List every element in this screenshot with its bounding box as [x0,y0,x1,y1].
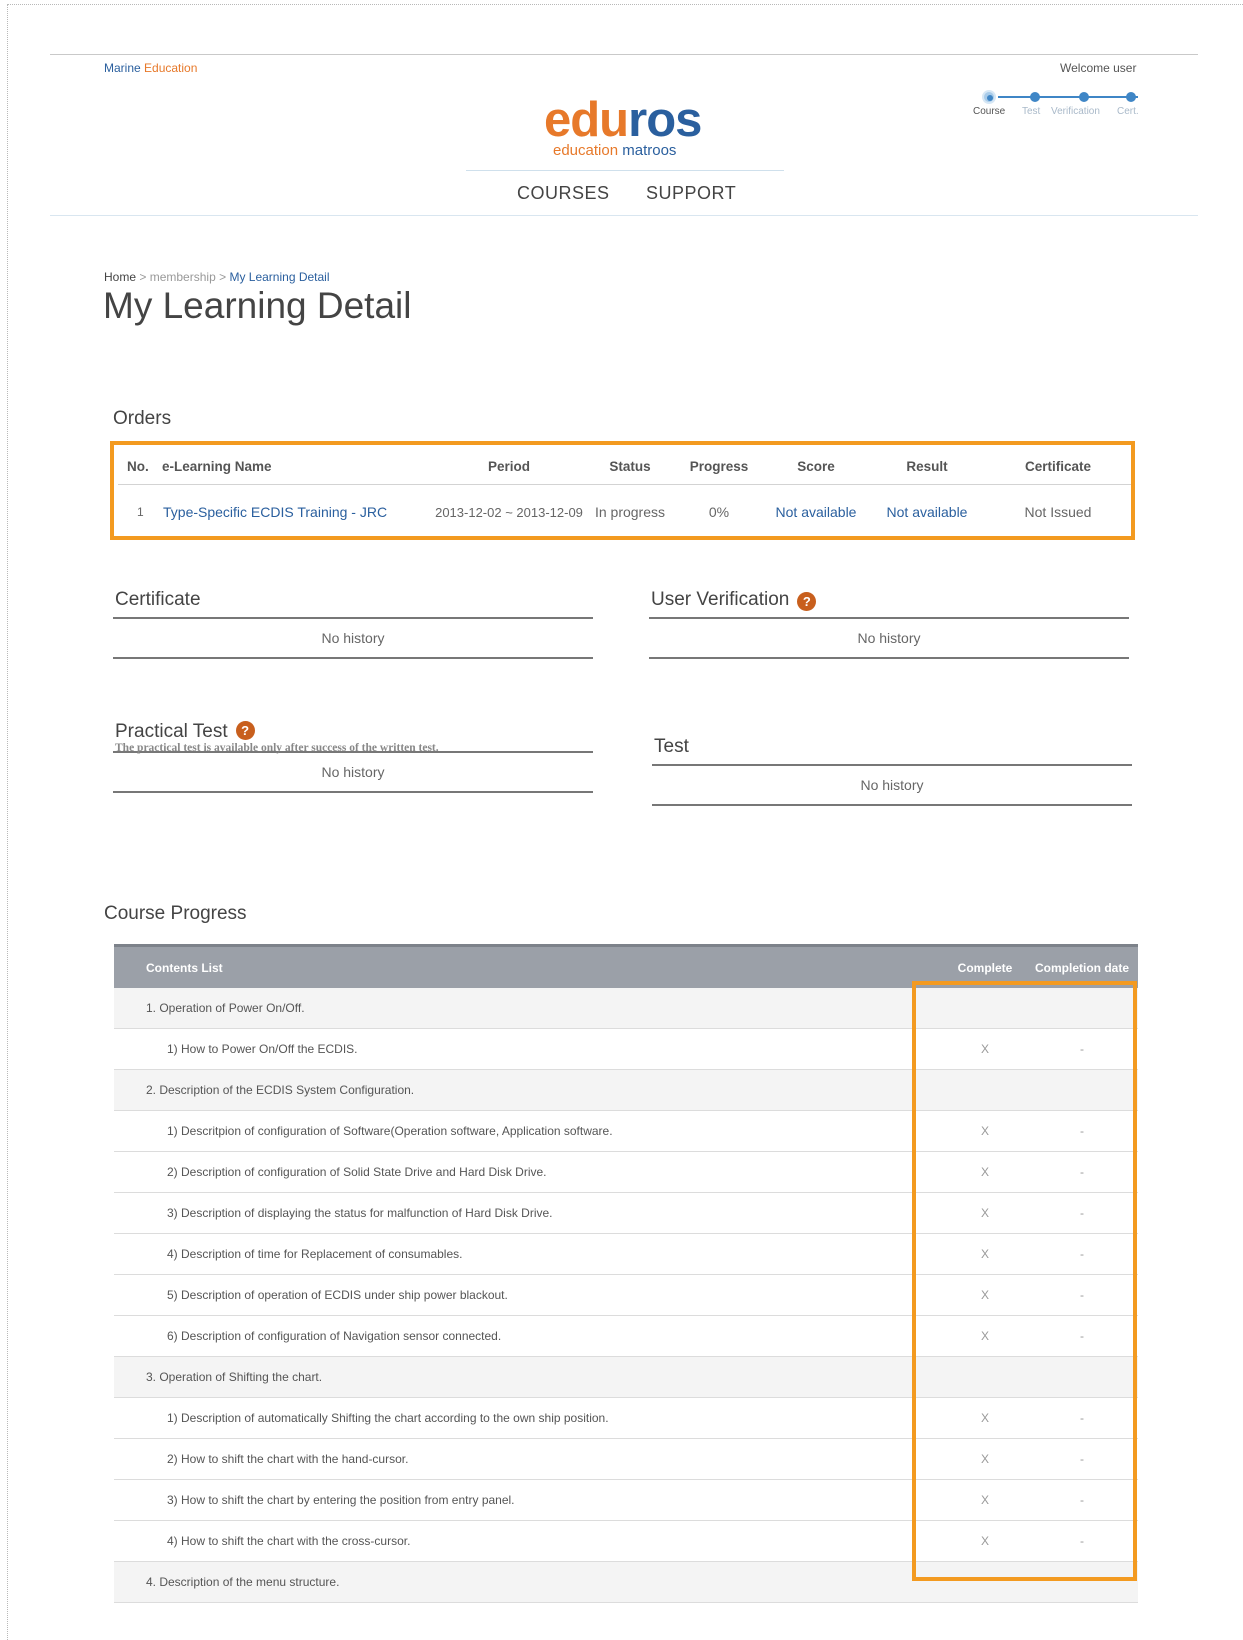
certificate-panel: Certificate No history [113,579,593,659]
user-verification-title-text: User Verification [651,589,790,610]
user-verification-panel: User Verification ? No history [649,579,1129,659]
step-cert-dot [1126,92,1136,102]
step-test-dot [1030,92,1040,102]
orders-highlight-box [110,441,1135,540]
breadcrumb-membership[interactable]: membership [150,270,216,284]
nav-support[interactable]: SUPPORT [646,183,736,204]
logo-tag-education: education [553,142,619,159]
practical-test-note: The practical test is available only aft… [115,742,439,754]
step-cert-label: Cert. [1117,106,1139,117]
site-tagline: Marine Education [104,61,197,75]
page-title: My Learning Detail [103,285,412,326]
step-test-label: Test [1022,106,1041,117]
logo-edu: edu [544,93,629,147]
cp-col-contents: Contents List [114,944,944,988]
test-title: Test [652,726,1132,766]
tagline-education: Education [144,61,198,75]
breadcrumb-separator: > [139,270,147,284]
content-name: 1. Operation of Power On/Off. [114,988,944,1029]
content-name: 6) Description of configuration of Navig… [114,1315,944,1357]
step-verification-label: Verification [1051,106,1100,117]
content-name: 4) Description of time for Replacement o… [114,1233,944,1275]
practical-test-panel: Practical Test ? The practical test is a… [113,713,593,793]
step-verification-dot [1079,92,1089,102]
user-verification-history: No history [649,619,1129,659]
content-name: 2) Description of configuration of Solid… [114,1151,944,1193]
help-icon[interactable]: ? [797,592,817,611]
content-name: 2. Description of the ECDIS System Confi… [114,1069,944,1111]
certificate-history: No history [113,619,593,659]
logo-tag-matroos: matroos [622,142,677,159]
tagline-marine: Marine [104,61,141,75]
content-name: 1) Description of automatically Shifting… [114,1397,944,1439]
content-name: 5) Description of operation of ECDIS und… [114,1274,944,1316]
welcome-text: Welcome user [1060,61,1137,75]
certificate-title-text: Certificate [115,589,201,610]
content-name: 3) Description of displaying the status … [114,1192,944,1234]
progress-steps: Course Test Verification Cert. [973,90,1150,122]
course-progress-title: Course Progress [104,903,247,924]
help-icon[interactable]: ? [235,721,255,740]
test-panel: Test No history [652,726,1132,806]
content-name: 3. Operation of Shifting the chart. [114,1356,944,1398]
logo-ros: ros [628,93,702,147]
breadcrumb-current: My Learning Detail [229,270,330,284]
content-name: 4) How to shift the chart with the cross… [114,1520,944,1562]
test-title-text: Test [654,736,689,757]
practical-test-history: No history [113,753,593,793]
content-name: 1) How to Power On/Off the ECDIS. [114,1028,944,1070]
step-course-label: Course [973,106,1006,117]
user-verification-title: User Verification ? [649,579,1129,619]
breadcrumb-home[interactable]: Home [104,270,136,284]
step-course-dot [982,90,996,104]
practical-test-title-text: Practical Test [115,721,228,742]
content-name: 2) How to shift the chart with the hand-… [114,1438,944,1480]
logo-divider [466,170,784,171]
orders-title: Orders [113,408,172,429]
breadcrumb: Home > membership > My Learning Detail [104,270,330,284]
steps-line [998,96,1138,98]
content-name: 3) How to shift the chart by entering th… [114,1479,944,1521]
content-name: 1) Descritpion of configuration of Softw… [114,1110,944,1152]
nav-courses[interactable]: COURSES [517,183,610,204]
completion-highlight-box [912,981,1137,1581]
header-top-divider [50,54,1198,55]
test-history: No history [652,766,1132,806]
eduros-logo[interactable]: eduros education matroos [544,93,714,159]
breadcrumb-separator: > [219,270,227,284]
nav-divider [50,215,1198,216]
content-name: 4. Description of the menu structure. [114,1561,944,1603]
certificate-title: Certificate [113,579,593,619]
